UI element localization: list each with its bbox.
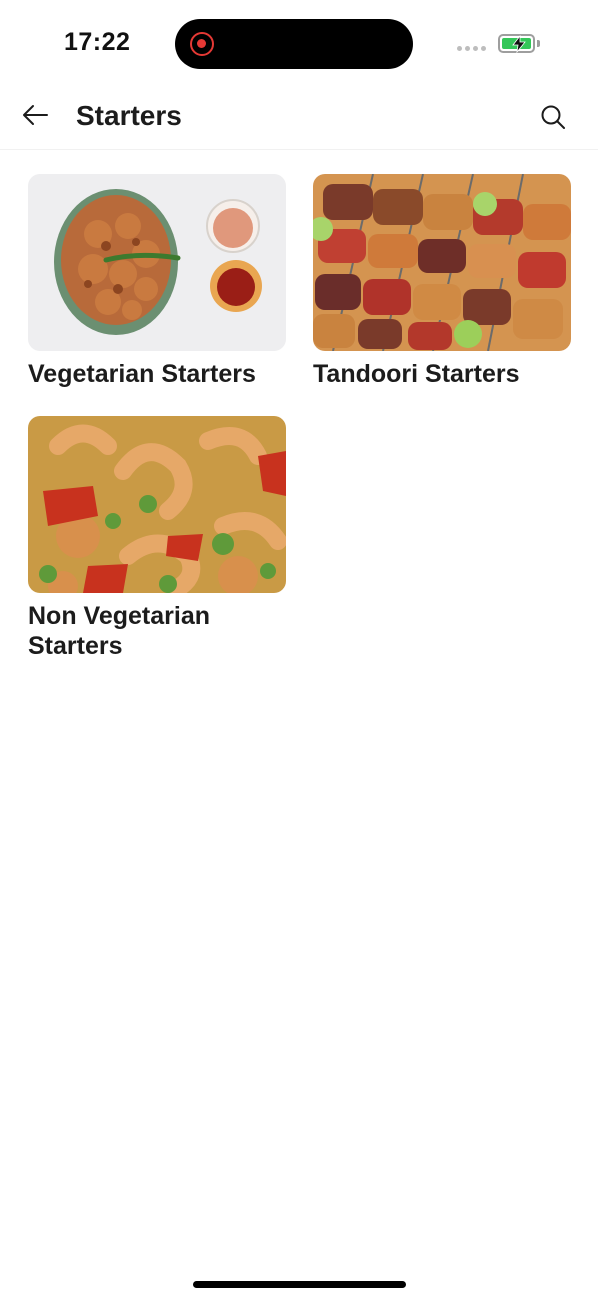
search-button[interactable] bbox=[536, 100, 570, 134]
battery-tip bbox=[537, 40, 540, 47]
search-icon bbox=[541, 105, 565, 129]
status-bar: 17:22 bbox=[0, 0, 598, 86]
battery-icon bbox=[498, 34, 535, 53]
category-title: Non Vegetarian Starters bbox=[28, 602, 210, 660]
category-title: Tandoori Starters bbox=[313, 360, 520, 388]
category-card-tandoori-starters[interactable]: Tandoori Starters bbox=[313, 174, 571, 389]
tandoori-starters-image bbox=[313, 174, 571, 351]
status-time: 17:22 bbox=[64, 28, 131, 56]
signal-icon bbox=[457, 46, 486, 51]
vegetarian-starters-image bbox=[28, 174, 286, 351]
top-app-bar: Starters bbox=[0, 86, 598, 150]
home-indicator[interactable] bbox=[193, 1281, 406, 1288]
non-vegetarian-starters-image bbox=[28, 416, 286, 593]
back-button[interactable] bbox=[18, 98, 52, 132]
charging-bolt-icon bbox=[512, 35, 526, 53]
dynamic-island bbox=[175, 19, 413, 69]
category-card-non-vegetarian-starters[interactable]: Non Vegetarian Starters bbox=[28, 416, 286, 661]
category-title: Vegetarian Starters bbox=[28, 360, 256, 388]
arrow-left-icon bbox=[23, 105, 48, 125]
page-title: Starters bbox=[76, 100, 182, 131]
category-card-vegetarian-starters[interactable]: Vegetarian Starters bbox=[28, 174, 286, 389]
recording-indicator-icon bbox=[190, 32, 214, 56]
